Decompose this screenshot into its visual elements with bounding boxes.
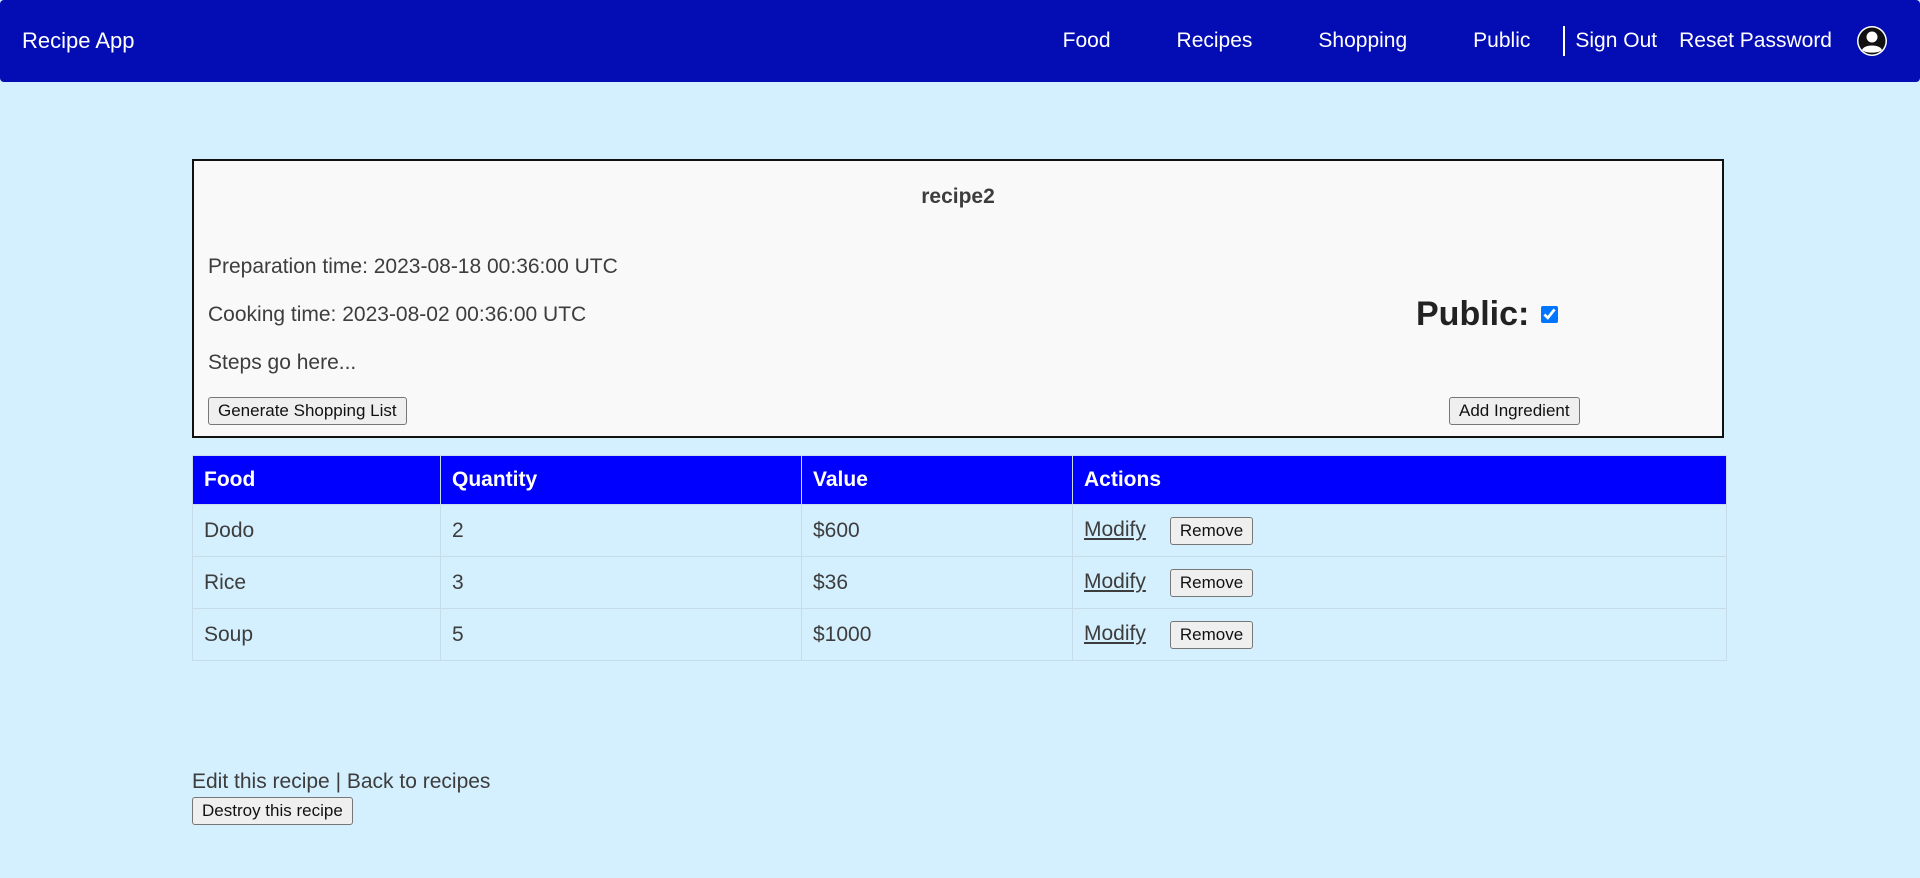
add-ingredient-button[interactable]: Add Ingredient: [1449, 397, 1580, 425]
remove-button[interactable]: Remove: [1169, 516, 1254, 545]
table-row: Dodo 2 $600 Modify Remove: [192, 504, 1727, 557]
nav-link-shopping[interactable]: Shopping: [1318, 29, 1407, 53]
column-header-value: Value: [801, 455, 1073, 505]
cell-value: $600: [801, 504, 1073, 557]
cell-value: $1000: [801, 608, 1073, 661]
reset-password-link[interactable]: Reset Password: [1679, 29, 1832, 53]
public-checkbox[interactable]: [1541, 306, 1559, 323]
nav-link-recipes[interactable]: Recipes: [1177, 29, 1253, 53]
cell-actions: Modify Remove: [1072, 504, 1727, 557]
sign-out-link[interactable]: Sign Out: [1575, 29, 1657, 53]
brand-link[interactable]: Recipe App: [22, 28, 135, 54]
column-header-food: Food: [192, 455, 441, 505]
column-header-actions: Actions: [1072, 455, 1727, 505]
recipe-title: recipe2: [921, 185, 995, 208]
footer-links: Edit this recipe | Back to recipes: [192, 770, 490, 794]
recipe-steps: Steps go here...: [208, 351, 357, 374]
preparation-time: Preparation time: 2023-08-18 00:36:00 UT…: [208, 255, 618, 278]
column-header-quantity: Quantity: [440, 455, 802, 505]
back-to-recipes-link[interactable]: Back to recipes: [347, 770, 491, 793]
recipe-card: recipe2 Preparation time: 2023-08-18 00:…: [192, 159, 1724, 438]
cell-actions: Modify Remove: [1072, 608, 1727, 661]
navbar: Recipe App Food Recipes Shopping Public …: [0, 0, 1920, 82]
remove-button[interactable]: Remove: [1169, 620, 1254, 649]
remove-button[interactable]: Remove: [1169, 568, 1254, 597]
edit-recipe-link[interactable]: Edit this recipe: [192, 770, 330, 793]
public-label: Public:: [1416, 295, 1530, 333]
cell-food: Dodo: [192, 504, 441, 557]
cell-quantity: 2: [440, 504, 802, 557]
modify-link[interactable]: Modify: [1084, 570, 1146, 593]
footer-separator: |: [329, 770, 347, 793]
table-row: Rice 3 $36 Modify Remove: [192, 556, 1727, 609]
cooking-time: Cooking time: 2023-08-02 00:36:00 UTC: [208, 303, 587, 326]
public-toggle: Public:: [1416, 295, 1561, 334]
nav-divider: [1563, 26, 1566, 56]
modify-link[interactable]: Modify: [1084, 518, 1146, 541]
user-avatar-icon[interactable]: [1856, 25, 1888, 57]
modify-link[interactable]: Modify: [1084, 622, 1146, 645]
table-row: Soup 5 $1000 Modify Remove: [192, 608, 1727, 661]
table-header-row: Food Quantity Value Actions: [192, 455, 1727, 505]
cell-quantity: 5: [440, 608, 802, 661]
nav-links: Food Recipes Shopping Public Sign Out Re…: [1063, 0, 1920, 82]
cell-food: Soup: [192, 608, 441, 661]
cell-food: Rice: [192, 556, 441, 609]
nav-link-food[interactable]: Food: [1063, 29, 1111, 53]
cell-value: $36: [801, 556, 1073, 609]
ingredients-table: Food Quantity Value Actions Dodo 2 $600 …: [192, 455, 1727, 661]
cell-quantity: 3: [440, 556, 802, 609]
generate-shopping-list-button[interactable]: Generate Shopping List: [208, 397, 407, 425]
destroy-recipe-button[interactable]: Destroy this recipe: [192, 797, 353, 825]
cell-actions: Modify Remove: [1072, 556, 1727, 609]
nav-link-public[interactable]: Public: [1473, 29, 1530, 53]
